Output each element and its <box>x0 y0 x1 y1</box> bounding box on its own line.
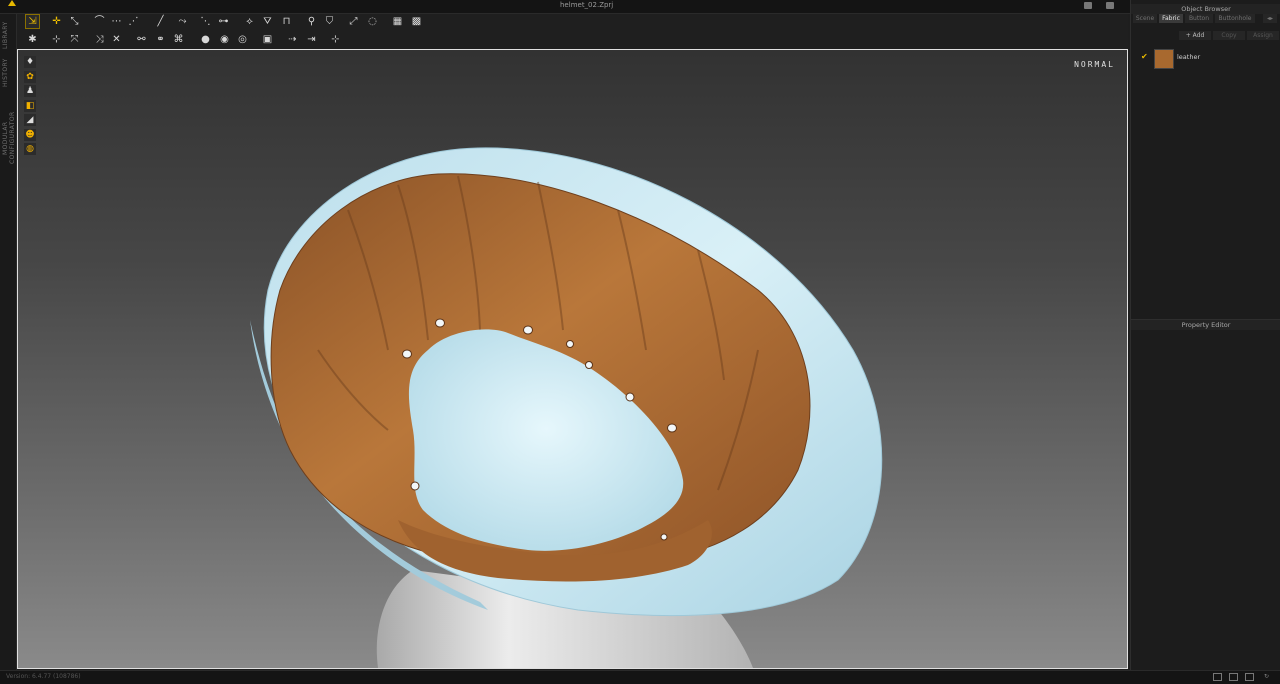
fabric-swatch <box>1154 49 1174 69</box>
rotate-icon[interactable]: ✕ <box>110 33 123 46</box>
quad-view-icon[interactable] <box>1245 673 1254 681</box>
version-text: Version: 6.4.77 (108786) <box>6 673 81 680</box>
edit-curve-point-icon[interactable]: ⋯ <box>110 15 123 28</box>
arrangement-icon[interactable]: ⤧ <box>68 33 81 46</box>
tab-button[interactable]: Button <box>1185 14 1213 23</box>
avatar-display-icon[interactable]: ♟ <box>24 85 36 97</box>
puckering-icon[interactable]: ⌘ <box>172 33 185 46</box>
grid-icon[interactable]: ▦ <box>391 15 404 28</box>
object-browser-tabs: Scene Fabric Button Buttonhole ◂▸ <box>1131 14 1280 23</box>
tab-buttonhole[interactable]: Buttonhole <box>1215 14 1255 23</box>
trim-icon[interactable]: ⚭ <box>154 33 167 46</box>
fabric-actions: + Add Copy Assign <box>1131 31 1280 41</box>
button-icon[interactable]: ● <box>199 33 212 46</box>
tab-history[interactable]: HISTORY <box>2 56 14 90</box>
fasten-icon[interactable]: ◎ <box>236 33 249 46</box>
garment-icon[interactable]: ⊓ <box>280 15 293 28</box>
texture-display-icon[interactable]: ◧ <box>24 99 36 112</box>
select-move-tool-icon[interactable]: ⇲ <box>25 14 40 29</box>
free-sewing-icon[interactable]: ⤳ <box>176 15 189 28</box>
layout-icon[interactable] <box>1106 2 1114 9</box>
sewing-display-icon[interactable]: ◢ <box>24 114 36 126</box>
tab-scroll-arrows-icon[interactable]: ◂▸ <box>1263 14 1277 23</box>
object-browser-title: Object Browser <box>1131 4 1280 14</box>
fold-icon[interactable]: ⛛ <box>261 15 274 28</box>
fabric-display-icon[interactable]: ✿ <box>24 70 36 83</box>
edit-sewing-icon[interactable]: ⋱ <box>199 15 212 28</box>
tack-icon[interactable]: ⟡ <box>243 15 256 28</box>
measure-icon[interactable]: ⤢ <box>347 15 360 28</box>
helmet-3d-render <box>250 147 883 668</box>
zipper-icon[interactable]: ⚯ <box>135 33 148 46</box>
tab-modular-configurator[interactable]: MODULAR CONFIGURATOR <box>2 96 16 180</box>
right-panel: Object Browser Scene Fabric Button Butto… <box>1130 0 1280 670</box>
transform-pattern-icon[interactable]: ✛ <box>50 15 63 28</box>
property-editor-title: Property Editor <box>1131 319 1280 330</box>
hair-display-icon[interactable]: ◍ <box>24 143 36 155</box>
edit-point-icon[interactable]: ⋰ <box>127 15 140 28</box>
edit-topstitch-icon[interactable]: ⇥ <box>305 33 318 46</box>
assign-fabric-button[interactable]: Assign <box>1247 31 1279 40</box>
edit-pattern-icon[interactable]: ⤡ <box>68 15 81 28</box>
tab-fabric[interactable]: Fabric <box>1159 14 1183 23</box>
buttonhole-icon[interactable]: ◉ <box>218 33 231 46</box>
file-title: helmet_02.Zprj <box>560 1 614 9</box>
edit-curvature-icon[interactable]: ⌒ <box>93 15 106 28</box>
viewport-toolbar: ♦ ✿ ♟ ◧ ◢ ☻ ◍ <box>24 56 38 158</box>
skin-display-icon[interactable]: ☻ <box>24 128 36 141</box>
pin-icon[interactable]: ⚲ <box>305 15 318 28</box>
avatar-pose-icon[interactable]: ✱ <box>26 33 39 46</box>
app-logo-icon <box>8 0 16 6</box>
arrangement-point-icon[interactable]: ⊹ <box>50 33 63 46</box>
dual-view-icon[interactable] <box>1229 673 1238 681</box>
segment-sewing-icon[interactable]: ╱ <box>154 15 167 28</box>
toolbar: ⇲ ✛ ⤡ ⌒ ⋯ ⋰ ╱ ⤳ ⋱ ⊶ ⟡ ⛛ ⊓ ⚲ ⛉ ⤢ ◌ ▦ ▩ ✱ … <box>17 14 1128 48</box>
move-avatar-icon[interactable]: ⤨ <box>93 33 106 46</box>
topstitch-icon[interactable]: ⇢ <box>286 33 299 46</box>
strengthen-icon[interactable]: ⛉ <box>323 15 336 28</box>
status-bar: Version: 6.4.77 (108786) ↻ <box>0 670 1280 684</box>
fabric-list-item[interactable]: ✔ leather <box>1131 47 1280 69</box>
title-bar: helmet_02.Zprj <box>0 0 1280 14</box>
single-view-icon[interactable] <box>1213 673 1222 681</box>
refresh-icon[interactable]: ↻ <box>1264 673 1273 681</box>
3d-viewport[interactable]: NORMAL ♦ ✿ ♟ ◧ ◢ ☻ ◍ <box>17 49 1128 669</box>
transform-graphic-icon[interactable]: ⊹ <box>329 33 342 46</box>
texture-grid-icon[interactable]: ▩ <box>410 15 423 28</box>
view-mode-label: NORMAL <box>1074 60 1115 69</box>
copy-fabric-button[interactable]: Copy <box>1213 31 1245 40</box>
minimize-icon[interactable] <box>1084 2 1092 9</box>
add-fabric-button[interactable]: + Add <box>1179 31 1211 40</box>
checkmark-icon[interactable]: ✔ <box>1141 52 1148 61</box>
garment-display-icon[interactable]: ♦ <box>24 56 36 68</box>
check-sewing-icon[interactable]: ⊶ <box>217 15 230 28</box>
tab-library[interactable]: LIBRARY <box>2 18 14 52</box>
graphic-icon[interactable]: ▣ <box>261 33 274 46</box>
tab-scene[interactable]: Scene <box>1133 14 1157 23</box>
left-side-tabs: LIBRARY HISTORY MODULAR CONFIGURATOR <box>0 14 17 670</box>
fabric-name: leather <box>1177 53 1201 61</box>
avatar-measure-icon[interactable]: ◌ <box>366 15 379 28</box>
